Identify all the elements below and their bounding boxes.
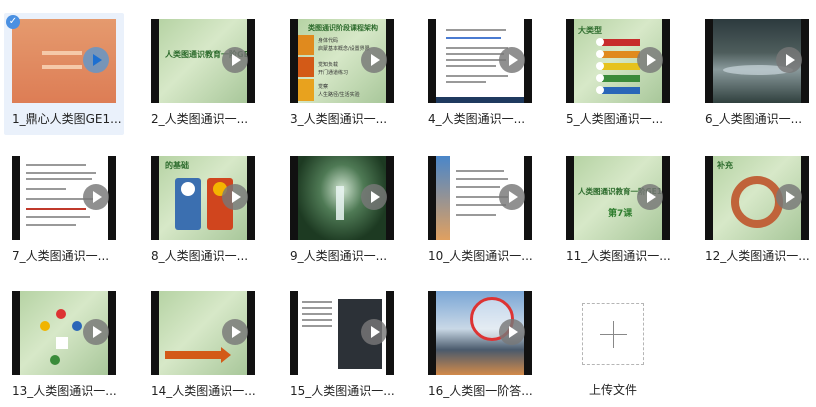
file-name[interactable]: 16_人类图一阶答... [428,383,540,399]
file-name[interactable]: 12_人类图通识一... [705,248,816,264]
play-icon[interactable] [637,47,663,74]
play-icon[interactable] [499,47,525,74]
upload-plus-icon[interactable] [582,303,644,365]
file-name[interactable]: 1_鼎心人类图GE1... [12,111,124,127]
file-tile-3[interactable]: 类图通识阶段课程架构 身体代码 启蒙基本概念/设置界限 觉知负载 开门通道练习 … [282,13,402,135]
file-name[interactable]: 11_人类图通识一... [566,248,678,264]
video-thumbnail [290,156,394,240]
slide-title: 类图通识阶段课程架构 [308,24,378,32]
upload-label[interactable]: 上传文件 [589,381,637,398]
file-tile-4[interactable]: 4_人类图通识一... [420,13,540,135]
video-thumbnail [12,156,116,240]
file-tile-8[interactable]: 的基础 8_人类图通识一... [143,150,263,272]
video-thumbnail: 补充 [705,156,809,240]
file-tile-9[interactable]: 9_人类图通识一... [282,150,402,272]
file-tile-12[interactable]: 补充 12_人类图通识一... [697,150,816,272]
selected-check-icon[interactable]: ✓ [6,15,20,29]
video-thumbnail: 人类图通识教育一阶GE1 第7课 [566,156,670,240]
file-name[interactable]: 7_人类图通识一... [12,248,124,264]
file-tile-13[interactable]: 13_人类图通识一... [4,285,124,407]
file-name[interactable]: 6_人类图通识一... [705,111,816,127]
file-name[interactable]: 10_人类图通识一... [428,248,540,264]
video-thumbnail: 大类型 [566,19,670,103]
slide-text: 觉知负载 [318,62,339,68]
file-tile-14[interactable]: 14_人类图通识一... [143,285,263,407]
file-tile-10[interactable]: 10_人类图通识一... [420,150,540,272]
video-thumbnail [12,291,116,375]
slide-text: 开门通道练习 [318,70,349,76]
file-name[interactable]: 8_人类图通识一... [151,248,263,264]
file-tile-1[interactable]: ✓ 1_鼎心人类图GE1... [4,13,124,135]
file-name[interactable]: 2_人类图通识一... [151,111,263,127]
file-name[interactable]: 4_人类图通识一... [428,111,540,127]
slide-title: 的基础 [165,161,189,170]
file-name[interactable]: 9_人类图通识一... [290,248,402,264]
file-tile-2[interactable]: 人类图通识教育一阶GE1 2_人类图通识一... [143,13,263,135]
slide-text: 身体代码 [318,38,339,44]
file-name[interactable]: 15_人类图通识一... [290,383,402,399]
play-icon[interactable] [83,47,109,74]
video-thumbnail: 人类图通识教育一阶GE1 [151,19,255,103]
file-tile-6[interactable]: 6_人类图通识一... [697,13,816,135]
video-thumbnail [290,291,394,375]
file-tile-7[interactable]: 7_人类图通识一... [4,150,124,272]
slide-text: 人生路径/生活实验 [318,92,360,98]
play-icon[interactable] [222,47,248,74]
file-name[interactable]: 14_人类图通识一... [151,383,263,399]
file-grid: ✓ 1_鼎心人类图GE1... 人类图通识教育一阶GE1 2_人类图通识一...… [0,0,816,405]
file-name[interactable]: 5_人类图通识一... [566,111,678,127]
video-thumbnail [151,291,255,375]
slide-text: 觉察 [318,84,329,90]
file-tile-15[interactable]: 15_人类图通识一... [282,285,402,407]
file-name[interactable]: 3_人类图通识一... [290,111,402,127]
play-icon[interactable] [83,184,109,211]
play-icon[interactable] [776,184,802,211]
file-name[interactable]: 13_人类图通识一... [12,383,124,399]
slide-title: 大类型 [578,26,602,35]
play-icon[interactable] [637,184,663,211]
slide-subtitle: 第7课 [608,209,633,219]
video-thumbnail [12,19,116,103]
video-thumbnail: 类图通识阶段课程架构 身体代码 启蒙基本概念/设置界限 觉知负载 开门通道练习 … [290,19,394,103]
play-icon[interactable] [361,184,387,211]
play-icon[interactable] [499,319,525,346]
play-icon[interactable] [499,184,525,211]
video-thumbnail [428,156,532,240]
video-thumbnail [705,19,809,103]
file-tile-5[interactable]: 大类型 5_人类图通识一... [558,13,678,135]
file-tile-16[interactable]: 16_人类图一阶答... [420,285,540,407]
file-tile-11[interactable]: 人类图通识教育一阶GE1 第7课 11_人类图通识一... [558,150,678,272]
video-thumbnail [428,19,532,103]
video-thumbnail: 的基础 [151,156,255,240]
play-icon[interactable] [83,319,109,346]
slide-title: 补充 [717,161,733,170]
play-icon[interactable] [222,184,248,211]
play-icon[interactable] [361,47,387,74]
slide-text: 启蒙基本概念/设置界限 [318,46,370,52]
play-icon[interactable] [222,319,248,346]
video-thumbnail [428,291,532,375]
play-icon[interactable] [361,319,387,346]
play-icon[interactable] [776,47,802,74]
